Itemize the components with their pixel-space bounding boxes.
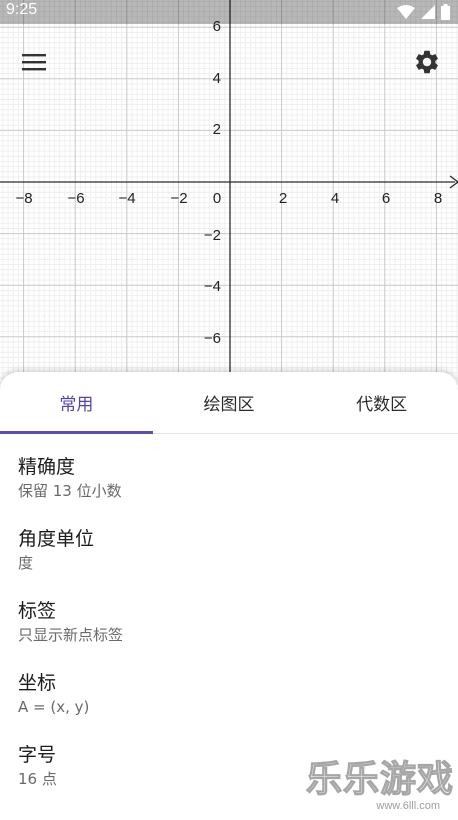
y-tick-label: 4 bbox=[213, 70, 221, 87]
setting-labeling[interactable]: 标签 只显示新点标签 bbox=[0, 598, 458, 670]
wifi-icon bbox=[397, 5, 415, 19]
settings-sheet: 常用 绘图区 代数区 精确度 保留 13 位小数 角度单位 度 标签 只显示新点… bbox=[0, 372, 458, 820]
y-tick-label: −2 bbox=[204, 227, 221, 244]
origin-label: 0 bbox=[213, 190, 221, 207]
menu-button[interactable] bbox=[18, 48, 50, 76]
setting-title: 精确度 bbox=[18, 456, 76, 478]
x-tick-label: 4 bbox=[331, 190, 339, 207]
watermark: 乐乐游戏 www.6lll.com bbox=[305, 759, 454, 812]
x-tick-label: −4 bbox=[118, 190, 135, 207]
graphics-view[interactable]: −8 −6 −4 −2 0 2 4 6 8 6 4 2 −2 −4 −6 bbox=[0, 0, 458, 390]
y-tick-label: −4 bbox=[204, 278, 221, 295]
settings-tabs: 常用 绘图区 代数区 bbox=[0, 372, 458, 434]
setting-value: A = (x, y) bbox=[18, 698, 90, 716]
x-tick-label: −2 bbox=[170, 190, 187, 207]
signal-icon bbox=[421, 5, 435, 19]
status-bar: 9:25 bbox=[0, 0, 458, 24]
battery-icon bbox=[441, 4, 450, 20]
x-tick-label: −8 bbox=[15, 190, 32, 207]
settings-button[interactable] bbox=[409, 44, 445, 80]
setting-coordinates[interactable]: 坐标 A = (x, y) bbox=[0, 670, 458, 742]
x-tick-label: 8 bbox=[434, 190, 442, 207]
graph-canvas[interactable]: −8 −6 −4 −2 0 2 4 6 8 6 4 2 −2 −4 −6 bbox=[0, 0, 458, 390]
setting-value: 度 bbox=[18, 554, 34, 572]
settings-list: 精确度 保留 13 位小数 角度单位 度 标签 只显示新点标签 坐标 A = (… bbox=[0, 434, 458, 814]
x-tick-label: 6 bbox=[382, 190, 390, 207]
status-time: 9:25 bbox=[6, 1, 38, 18]
y-tick-label: 2 bbox=[213, 121, 221, 138]
setting-value: 保留 13 位小数 bbox=[18, 482, 122, 500]
setting-title: 角度单位 bbox=[18, 528, 95, 550]
tab-label: 绘图区 bbox=[203, 395, 255, 415]
gear-icon bbox=[416, 50, 438, 74]
setting-value: 只显示新点标签 bbox=[18, 626, 124, 644]
setting-rounding[interactable]: 精确度 保留 13 位小数 bbox=[0, 454, 458, 526]
setting-angle-unit[interactable]: 角度单位 度 bbox=[0, 526, 458, 598]
tab-label: 代数区 bbox=[356, 395, 408, 415]
hamburger-menu-icon bbox=[22, 54, 46, 71]
tab-graphics[interactable]: 绘图区 bbox=[153, 372, 306, 433]
watermark-logo-text: 乐乐游戏 bbox=[305, 759, 454, 800]
setting-title: 坐标 bbox=[18, 672, 57, 694]
y-tick-label: −6 bbox=[204, 330, 221, 347]
tab-general[interactable]: 常用 bbox=[0, 372, 153, 434]
tab-algebra[interactable]: 代数区 bbox=[305, 372, 458, 433]
tab-label: 常用 bbox=[59, 395, 94, 415]
watermark-url: www.6lll.com bbox=[376, 800, 440, 812]
x-tick-label: 2 bbox=[279, 190, 287, 207]
setting-title: 标签 bbox=[18, 600, 57, 622]
status-icons bbox=[397, 4, 450, 20]
x-tick-label: −6 bbox=[67, 190, 84, 207]
